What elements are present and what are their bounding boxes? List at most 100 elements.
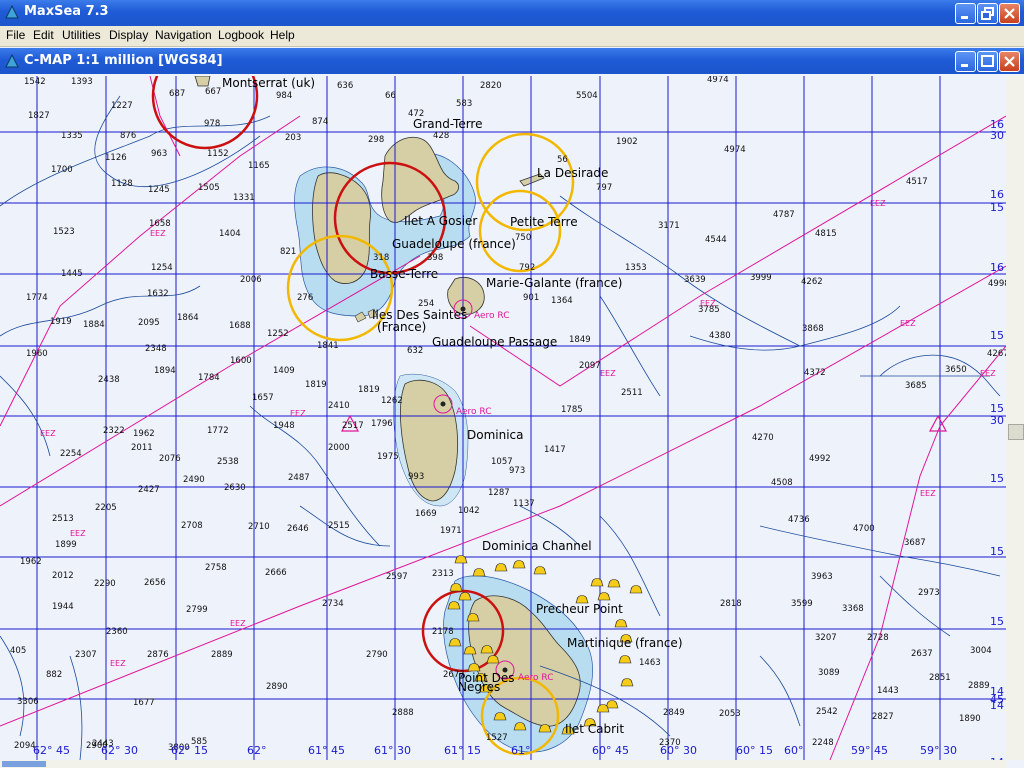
- menu-logbook[interactable]: Logbook: [218, 28, 264, 42]
- depth-sounding: 398: [427, 253, 443, 263]
- menu-file[interactable]: File: [6, 28, 25, 42]
- latitude-label: 45: [990, 693, 1004, 706]
- depth-sounding: 3368: [842, 604, 864, 614]
- app-titlebar: MaxSea 7.3: [0, 0, 1024, 26]
- aero-beacon-dot: [440, 401, 446, 407]
- depth-sounding: 56: [557, 155, 568, 165]
- depth-sounding: 632: [407, 346, 423, 356]
- menu-edit[interactable]: Edit: [33, 28, 54, 42]
- depth-contour: [599, 515, 661, 617]
- depth-sounding: 3207: [815, 633, 837, 643]
- chart-canvas[interactable]: EEZEEZEEZEEZEEZEEZEEZEEZEEZEEZEEZEEZ 154…: [0, 76, 1006, 760]
- depth-sounding: 2360: [106, 627, 128, 637]
- close-icon: [1004, 56, 1015, 67]
- depth-sounding: 1971: [440, 526, 462, 536]
- depth-sounding: 2012: [52, 571, 74, 581]
- depth-sounding: 2000: [328, 443, 350, 453]
- depth-sounding: 2511: [621, 388, 643, 398]
- menu-help[interactable]: Help: [270, 28, 295, 42]
- depth-sounding: 2307: [75, 650, 97, 660]
- light-bell-icon: [597, 592, 611, 601]
- eez-label: EEZ: [110, 659, 126, 668]
- land-montserrat: [194, 76, 211, 87]
- depth-sounding: 1657: [252, 393, 274, 403]
- light-bell-icon: [533, 566, 547, 575]
- longitude-label: 61° 15: [444, 744, 481, 757]
- eez-label: EEZ: [230, 619, 246, 628]
- menu-utilities[interactable]: Utilities: [62, 28, 101, 42]
- place-label-aero-rc-1: Aero RC: [474, 311, 510, 321]
- restore-icon: [981, 7, 994, 20]
- depth-sounding: 2630: [224, 483, 246, 493]
- close-button[interactable]: [999, 3, 1020, 24]
- depth-sounding: 5504: [576, 91, 598, 101]
- longitude-label: 62° 45: [33, 744, 70, 757]
- place-label-ilet-cabrit: Ilet Cabrit: [565, 722, 624, 736]
- scroll-thumb[interactable]: [1008, 424, 1024, 440]
- depth-contour: [759, 655, 801, 727]
- menu-bar: File Edit Utilities Display Navigation L…: [0, 26, 1024, 47]
- depth-sounding: 3650: [945, 365, 967, 375]
- depth-sounding: 1165: [248, 161, 270, 171]
- place-label-negres: Negres: [458, 680, 500, 694]
- depth-sounding: 2538: [217, 457, 239, 467]
- depth-sounding: 2876: [147, 650, 169, 660]
- depth-sounding: 4787: [773, 210, 795, 220]
- menu-navigation[interactable]: Navigation: [155, 28, 212, 42]
- depth-sounding: 2597: [386, 572, 408, 582]
- latitude-label: 30: [990, 129, 1004, 142]
- chart-minimize-button[interactable]: [955, 51, 976, 72]
- depth-sounding: 1944: [52, 602, 74, 612]
- minimize-button[interactable]: [955, 3, 976, 24]
- depth-sounding: 2666: [265, 568, 287, 578]
- place-label-petite-terre: Petite Terre: [510, 215, 578, 229]
- depth-sounding: 405: [10, 646, 26, 656]
- latitude-label: 15: [990, 472, 1004, 485]
- minimize-icon: [961, 16, 968, 19]
- place-label-dominica: Dominica: [467, 428, 524, 442]
- depth-sounding: 882: [46, 670, 62, 680]
- hscroll-thumb[interactable]: [2, 761, 46, 767]
- depth-sounding: 2827: [872, 712, 894, 722]
- depth-sounding: 4380: [709, 331, 731, 341]
- latitude-label: 16: [990, 188, 1004, 201]
- depth-sounding: 636: [337, 81, 353, 91]
- depth-sounding: 2515: [328, 521, 350, 531]
- depth-sounding: 3639: [684, 275, 706, 285]
- horizontal-scrollbar[interactable]: [0, 760, 1006, 768]
- depth-sounding: 4974: [724, 145, 746, 155]
- depth-sounding: 4544: [705, 235, 727, 245]
- nautical-chart[interactable]: EEZ EEZ EEZ EEZ EEZ EEZ EEZ EEZ EEZ EEZ EEZ EEZ 154…: [0, 76, 1006, 760]
- depth-sounding: 1962: [20, 557, 42, 567]
- depth-sounding: 2438: [98, 375, 120, 385]
- depth-sounding: 3171: [658, 221, 680, 231]
- depth-sounding: 1785: [561, 405, 583, 415]
- longitude-label: 59° 30: [920, 744, 957, 757]
- longitude-label: 59° 45: [851, 744, 888, 757]
- longitude-label: 61° 30: [374, 744, 411, 757]
- light-bell-icon: [590, 578, 604, 587]
- depth-sounding: 2322: [103, 426, 125, 436]
- depth-sounding: 1919: [50, 317, 72, 327]
- depth-sounding: 4992: [809, 454, 831, 464]
- depth-sounding: 2708: [181, 521, 203, 531]
- depth-sounding: 3999: [750, 273, 772, 283]
- depth-sounding: 2542: [816, 707, 838, 717]
- depth-sounding: 2890: [266, 682, 288, 692]
- depth-sounding: 3089: [818, 668, 840, 678]
- latitude-label: 15: [990, 329, 1004, 342]
- depth-sounding: 2410: [328, 401, 350, 411]
- depth-sounding: 2646: [287, 524, 309, 534]
- depth-sounding: 1772: [207, 426, 229, 436]
- depth-sounding: 3963: [811, 572, 833, 582]
- chart-maximize-button[interactable]: [977, 51, 998, 72]
- menu-display[interactable]: Display: [109, 28, 148, 42]
- depth-sounding: 2758: [205, 563, 227, 573]
- latitude-label: 16: [990, 261, 1004, 274]
- restore-button[interactable]: [977, 3, 998, 24]
- chart-close-button[interactable]: [999, 51, 1020, 72]
- depth-sounding: 821: [280, 247, 296, 257]
- depth-sounding: 4517: [906, 177, 928, 187]
- vertical-scrollbar[interactable]: [1006, 76, 1024, 760]
- close-icon: [1004, 8, 1015, 19]
